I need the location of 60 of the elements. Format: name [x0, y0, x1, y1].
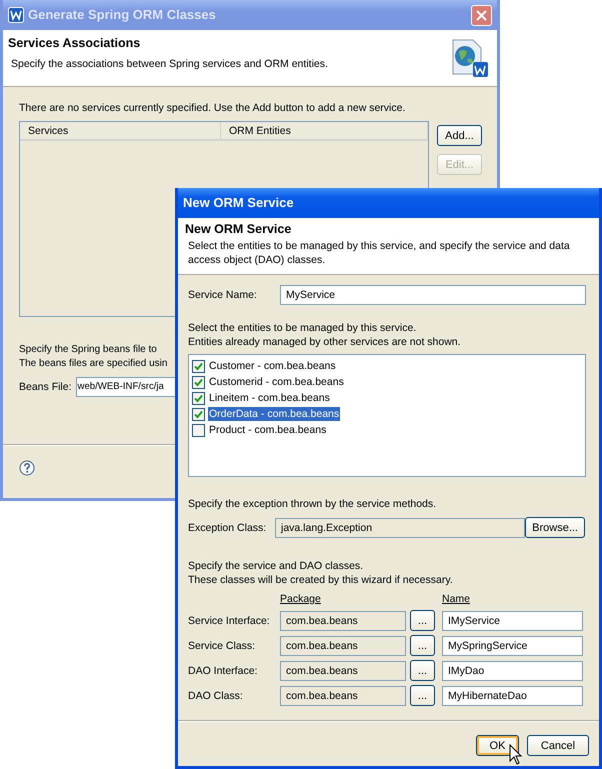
column-header: Services — [20, 122, 221, 141]
browse-button[interactable]: Browse... — [525, 517, 585, 538]
field-label: Service Name: — [188, 288, 258, 302]
package-field[interactable]: com.bea.beans — [280, 636, 406, 656]
package-field[interactable]: com.bea.beans — [280, 610, 406, 630]
class-name-field[interactable]: IMyDao — [442, 660, 583, 680]
help-icon[interactable] — [19, 460, 35, 476]
field-label: Service Interface: — [188, 614, 271, 628]
header-title: New ORM Service — [185, 222, 292, 236]
app-icon — [8, 7, 24, 23]
entity-list[interactable]: Customer - com.bea.beans Customerid - com.bea.beans Lineitem - com.bea.beans OrderData - com.bea.beans Product - com.bea.beans — [188, 354, 586, 477]
package-field[interactable]: com.bea.beans — [280, 660, 406, 680]
browse-button[interactable]: ... — [410, 610, 435, 631]
browse-button[interactable]: ... — [410, 660, 435, 681]
checkbox[interactable] — [192, 360, 205, 372]
header-description: Select the entities to be managed by this service, and specify the service and data access object (DAO) classes. — [187, 239, 571, 267]
window-title: Generate Spring ORM Classes — [28, 8, 217, 22]
info-text: Specify the exception thrown by the service methods. — [188, 497, 438, 511]
field-label: Service Class: — [188, 638, 256, 652]
field-label: Exception Class: — [188, 520, 268, 534]
header-description: Specify the associations between Spring services and ORM entities. — [10, 57, 329, 71]
window-title: New ORM Service — [183, 196, 294, 210]
service-name-field[interactable]: MyService — [280, 285, 586, 305]
info-text: Entities already managed by other services are not shown. — [188, 335, 462, 349]
class-name-field[interactable]: IMyService — [442, 610, 583, 630]
entity-item[interactable]: OrderData - com.bea.beans — [208, 407, 340, 421]
info-text: The beans files are specified usin — [19, 357, 168, 371]
entity-item[interactable]: Customerid - com.bea.beans — [208, 375, 345, 389]
info-text: Specify the service and DAO classes. — [188, 559, 364, 573]
checkbox[interactable] — [192, 424, 205, 436]
checkbox[interactable] — [192, 392, 205, 404]
close-button[interactable] — [471, 4, 492, 26]
pointer-cursor-icon — [509, 744, 522, 766]
close-icon — [476, 10, 487, 20]
info-text: Select the entities to be managed by this service. — [188, 321, 418, 335]
entity-item[interactable]: Product - com.bea.beans — [208, 423, 328, 437]
field-label: Beans File: — [19, 380, 72, 394]
column-header: Name — [442, 592, 472, 606]
info-text: Specify the Spring beans file to — [19, 343, 157, 357]
header-title: Services Associations — [8, 36, 142, 50]
browse-button[interactable]: ... — [410, 685, 435, 706]
class-name-field[interactable]: MySpringService — [442, 636, 583, 656]
info-text: These classes will be created by this wizard if necessary. — [188, 573, 454, 587]
column-header: ORM Entities — [221, 122, 428, 141]
checkbox[interactable] — [192, 376, 205, 388]
checkbox[interactable] — [192, 408, 205, 420]
browse-button[interactable]: ... — [410, 635, 435, 656]
cancel-button[interactable]: Cancel — [527, 735, 589, 756]
exception-class-field[interactable]: java.lang.Exception — [275, 518, 525, 538]
field-label: DAO Interface: — [188, 664, 258, 678]
entity-item[interactable]: Lineitem - com.bea.beans — [208, 391, 331, 405]
beans-file-field[interactable]: web/WEB-INF/src/ja — [76, 377, 175, 397]
column-header: Package — [280, 592, 322, 606]
globe-document-icon — [451, 38, 489, 78]
button[interactable]: Add... — [437, 125, 482, 146]
info-text: There are no services currently specified. Use the Add button to add a new service. — [19, 101, 406, 115]
entity-item[interactable]: Customer - com.bea.beans — [208, 359, 337, 373]
class-name-field[interactable]: MyHibernateDao — [442, 686, 583, 706]
field-label: DAO Class: — [188, 688, 244, 702]
package-field[interactable]: com.bea.beans — [280, 686, 406, 706]
